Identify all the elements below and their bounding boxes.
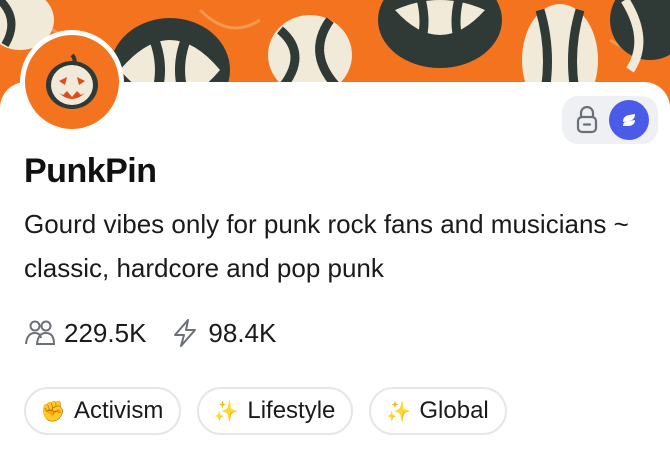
tag-lifestyle[interactable]: ✨ Lifestyle	[197, 387, 354, 435]
activity-stat[interactable]: 98.4K	[170, 318, 276, 349]
sparkles-icon: ✨	[385, 400, 411, 423]
tag-label: Global	[419, 397, 489, 424]
lock-icon[interactable]	[574, 105, 600, 135]
tag-activism[interactable]: ✊ Activism	[24, 387, 182, 435]
verified-badge-icon[interactable]	[609, 100, 649, 140]
tag-list: ✊ Activism ✨ Lifestyle ✨ Global	[24, 387, 523, 435]
avatar[interactable]	[20, 30, 124, 134]
fist-icon: ✊	[40, 400, 66, 423]
stats-row: 229.5K 98.4K	[24, 316, 300, 350]
sparkles-icon: ✨	[213, 400, 239, 423]
lightning-icon	[174, 319, 197, 347]
pumpkin-avatar-icon	[25, 35, 119, 129]
tag-label: Activism	[74, 397, 164, 424]
badges-group	[562, 96, 658, 144]
members-icon	[25, 320, 56, 345]
community-description: Gourd vibes only for punk rock fans and …	[24, 209, 629, 283]
community-name: PunkPin	[24, 152, 157, 190]
tag-global[interactable]: ✨ Global	[369, 387, 507, 435]
members-count: 229.5K	[64, 317, 147, 348]
members-stat[interactable]: 229.5K	[24, 318, 146, 349]
activity-count: 98.4K	[208, 317, 277, 348]
tag-label: Lifestyle	[247, 397, 336, 424]
